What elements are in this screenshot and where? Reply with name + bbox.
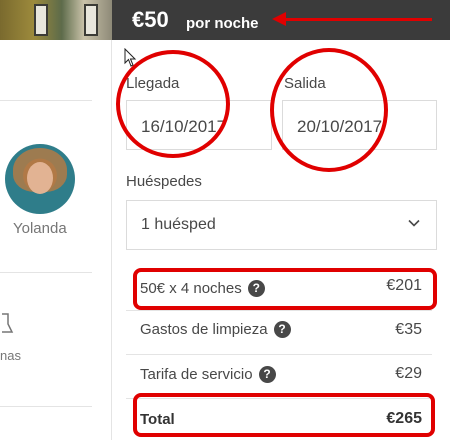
fee-label: 50€ x 4 noches bbox=[140, 280, 242, 297]
photo-window bbox=[34, 4, 48, 36]
amenity-label: nas bbox=[0, 348, 21, 363]
total-value: €265 bbox=[386, 410, 422, 427]
listing-photo bbox=[0, 0, 112, 40]
help-icon[interactable]: ? bbox=[258, 366, 276, 383]
fee-value: €201 bbox=[386, 277, 422, 294]
price-suffix: por noche bbox=[186, 15, 259, 32]
total-label: Total bbox=[140, 411, 175, 428]
fee-row-cleaning: Gastos de limpieza? €35 bbox=[126, 311, 432, 355]
help-icon[interactable]: ? bbox=[273, 321, 291, 338]
left-divider bbox=[0, 406, 92, 407]
amenity-icon bbox=[2, 313, 14, 333]
checkin-label: Llegada bbox=[126, 75, 180, 92]
annotation-arrow-head bbox=[272, 12, 286, 26]
fee-row-nights: 50€ x 4 noches? €201 bbox=[126, 267, 432, 311]
checkout-date-value: 20/10/2017 bbox=[297, 117, 383, 136]
checkout-date-field[interactable]: 20/10/2017 bbox=[282, 100, 437, 150]
fee-value: €29 bbox=[395, 365, 422, 382]
annotation-arrow bbox=[282, 18, 432, 21]
fee-value: €35 bbox=[395, 321, 422, 338]
checkout-label: Salida bbox=[284, 75, 326, 92]
help-icon[interactable]: ? bbox=[247, 280, 265, 297]
host-avatar[interactable] bbox=[5, 144, 75, 214]
left-divider bbox=[0, 272, 92, 273]
price-banner: €50 por noche bbox=[112, 0, 450, 40]
left-divider bbox=[0, 100, 92, 101]
host-name[interactable]: Yolanda bbox=[13, 220, 67, 237]
mouse-cursor-icon bbox=[124, 48, 137, 67]
guests-select[interactable]: 1 huésped bbox=[126, 200, 437, 250]
photo-window bbox=[84, 4, 98, 36]
checkin-date-value: 16/10/2017 bbox=[141, 117, 227, 136]
checkin-date-field[interactable]: 16/10/2017 bbox=[126, 100, 272, 150]
fee-label: Gastos de limpieza bbox=[140, 321, 268, 338]
fee-row-service: Tarifa de servicio? €29 bbox=[126, 355, 432, 399]
guests-label: Huéspedes bbox=[126, 173, 202, 190]
chevron-down-icon bbox=[408, 219, 420, 227]
fee-label: Tarifa de servicio bbox=[140, 366, 253, 383]
booking-panel-border bbox=[111, 40, 112, 440]
price-amount: €50 bbox=[132, 7, 169, 32]
guests-value: 1 huésped bbox=[141, 216, 216, 233]
total-row: Total €265 bbox=[126, 399, 432, 440]
